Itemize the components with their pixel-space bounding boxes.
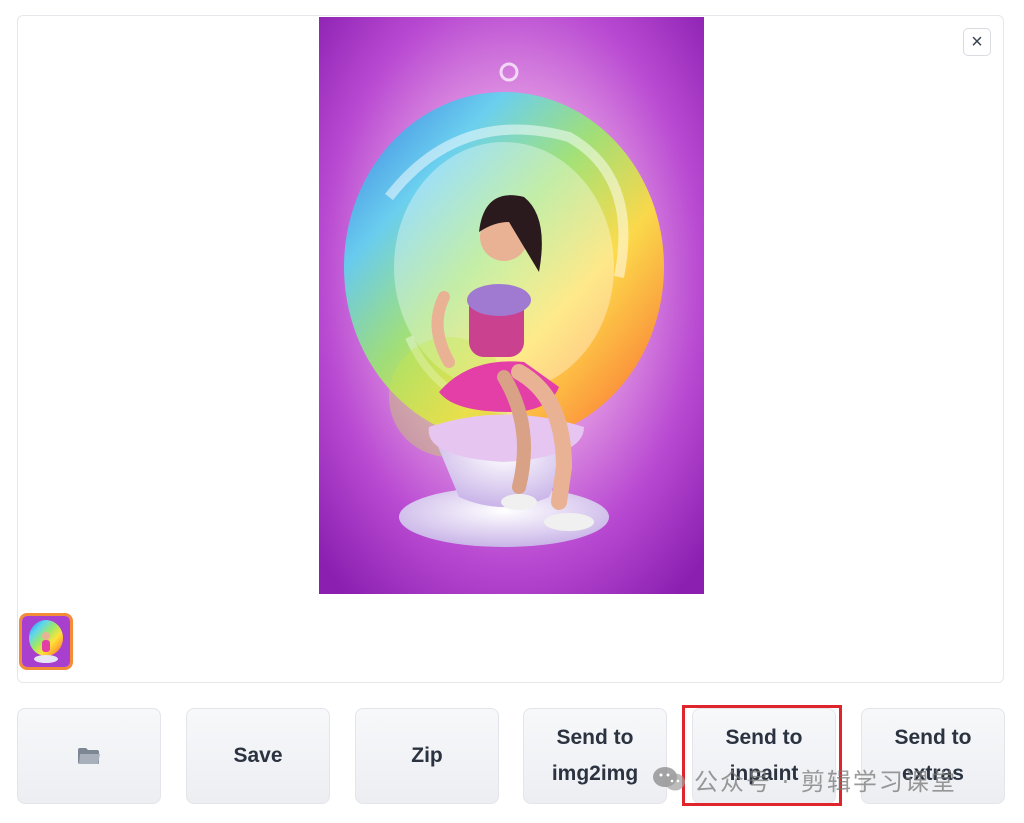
folder-icon (78, 748, 100, 764)
image-gallery: × (17, 15, 1004, 683)
send-to-extras-button[interactable]: Send to extras (861, 708, 1005, 804)
gallery-thumbnail-selected[interactable] (19, 613, 73, 670)
send-to-inpaint-line1: Send to (725, 726, 803, 749)
send-to-extras-line1: Send to (894, 726, 972, 749)
generated-image (319, 17, 704, 594)
generated-image-preview[interactable] (319, 17, 704, 594)
close-icon: × (971, 31, 983, 53)
zip-label: Zip (411, 744, 443, 767)
close-preview-button[interactable]: × (963, 28, 991, 56)
send-to-extras-line2: extras (902, 762, 964, 785)
save-label: Save (233, 744, 283, 767)
send-to-inpaint-button[interactable]: Send to inpaint (692, 708, 836, 804)
send-to-img2img-button[interactable]: Send to img2img (523, 708, 667, 804)
zip-button[interactable]: Zip (355, 708, 499, 804)
send-to-img2img-line2: img2img (551, 762, 639, 785)
save-button[interactable]: Save (186, 708, 330, 804)
send-to-img2img-line1: Send to (556, 726, 634, 749)
thumbnail-image (22, 616, 70, 667)
send-to-inpaint-line2: inpaint (729, 762, 799, 785)
open-folder-button[interactable] (17, 708, 161, 804)
